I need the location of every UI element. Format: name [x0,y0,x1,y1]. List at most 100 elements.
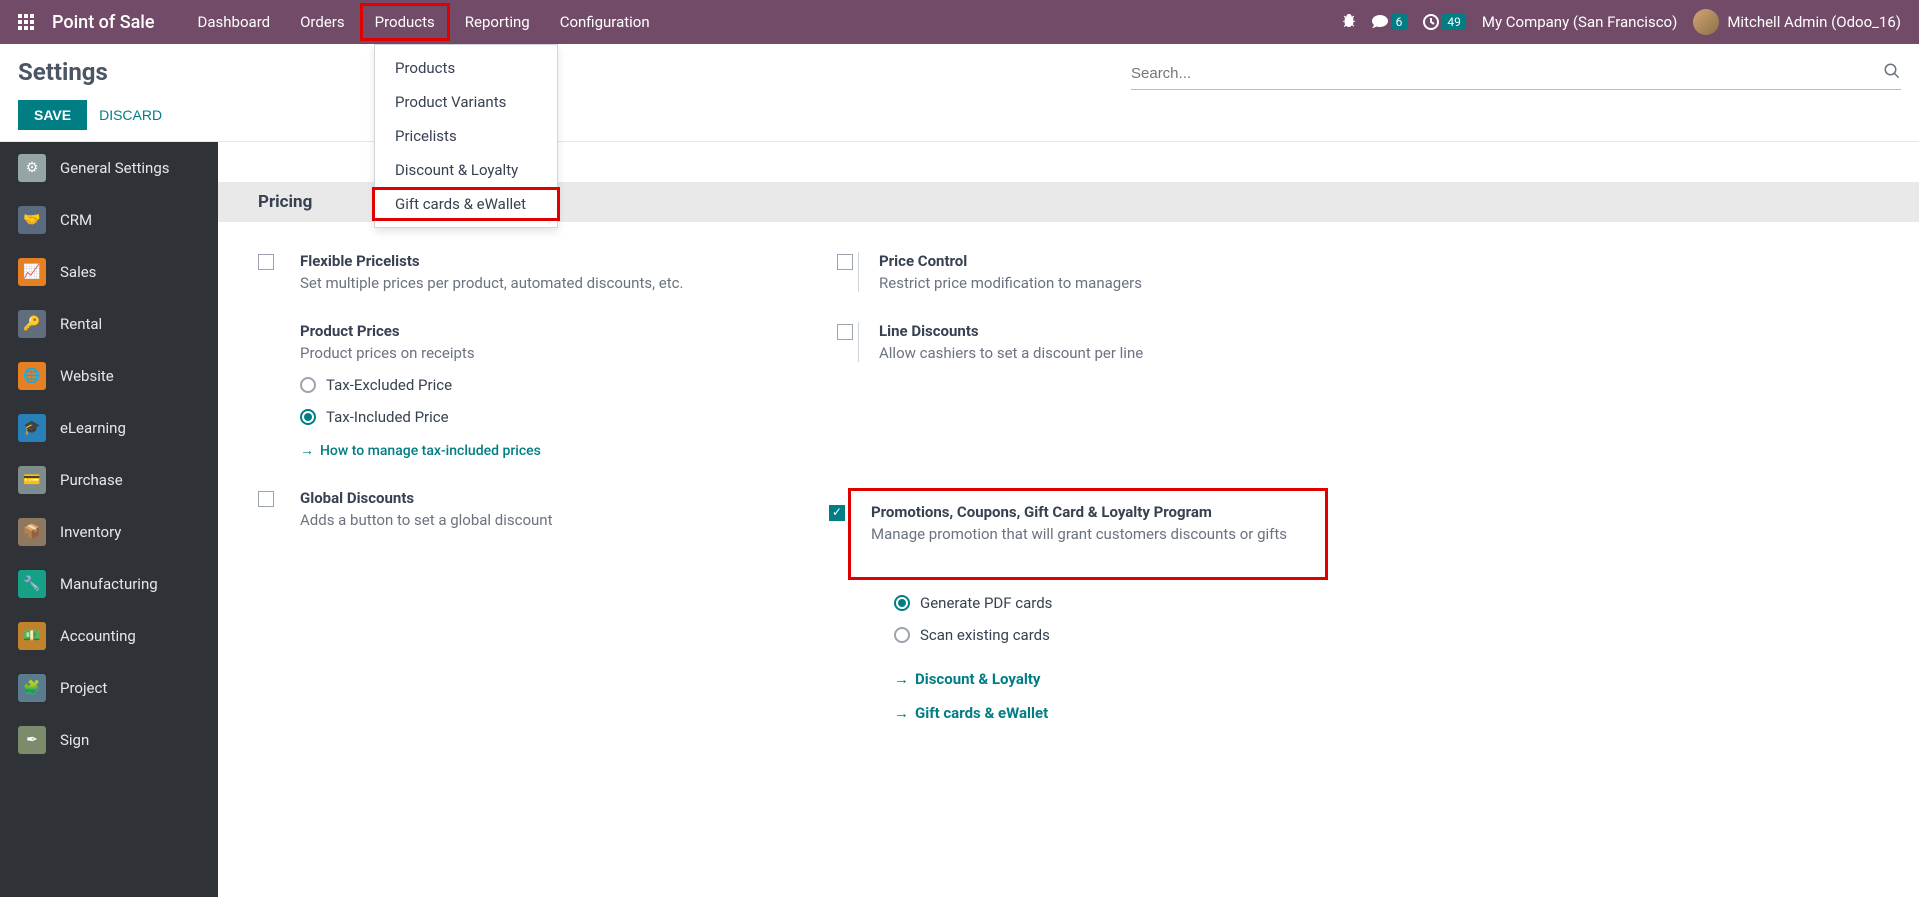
setting-price-control: Price Control Restrict price modificatio… [858,252,1438,292]
setting-promotions: Promotions, Coupons, Gift Card & Loyalty… [855,503,1321,543]
dropdown-products[interactable]: Products [375,51,557,85]
sidebar-item-purchase[interactable]: 💳Purchase [0,454,218,506]
setting-desc: Manage promotion that will grant custome… [871,525,1321,543]
content-scroll[interactable]: Pricing Flexible Pricelists Set multiple… [218,142,1919,897]
setting-desc: Set multiple prices per product, automat… [300,274,838,292]
sidebar-item-elearning[interactable]: 🎓eLearning [0,402,218,454]
checkbox-line-discounts[interactable] [837,324,853,340]
radio-icon [894,627,910,643]
handshake-icon: 🤝 [18,206,46,234]
user-name: Mitchell Admin (Odoo_16) [1727,13,1901,31]
sidebar-item-inventory[interactable]: 📦 Inventory [0,506,218,558]
money-icon: 💵 [18,622,46,650]
nav-products[interactable]: Products [360,3,450,41]
sidebar-item-label: General Settings [60,159,170,177]
arrow-right-icon: → [894,670,909,688]
checkbox-flexible-pricelists[interactable] [258,254,274,270]
control-bar: Settings SAVE DISCARD [0,44,1919,142]
radio-generate-pdf[interactable]: Generate PDF cards [894,594,1438,612]
sidebar-item-general-settings[interactable]: ⚙ General Settings [0,142,218,194]
radio-icon [300,377,316,393]
link-label: Discount & Loyalty [915,670,1040,688]
radio-label: Generate PDF cards [920,594,1052,612]
sidebar-item-manufacturing[interactable]: 🔧Manufacturing [0,558,218,610]
sidebar-item-crm[interactable]: 🤝 CRM [0,194,218,246]
globe-icon: 🌐 [18,362,46,390]
dropdown-gift-cards-ewallet[interactable]: Gift cards & eWallet [372,187,560,221]
page-title: Settings [18,58,162,86]
setting-desc: Product prices on receipts [300,344,838,362]
checkbox-global-discounts[interactable] [258,491,274,507]
sidebar-item-label: Rental [60,315,102,333]
setting-title: Global Discounts [300,489,838,507]
radio-label: Tax-Included Price [326,408,449,426]
sidebar-item-label: Purchase [60,471,123,489]
setting-title: Flexible Pricelists [300,252,838,270]
link-tax-included-help[interactable]: → How to manage tax-included prices [300,442,838,459]
nav-dashboard[interactable]: Dashboard [183,3,286,41]
radio-label: Scan existing cards [920,626,1050,644]
bug-icon[interactable] [1342,13,1356,31]
sidebar-item-label: CRM [60,211,92,229]
dropdown-discount-loyalty[interactable]: Discount & Loyalty [375,153,557,187]
sidebar-item-accounting[interactable]: 💵 Accounting [0,610,218,662]
activities-badge[interactable]: 49 [1423,14,1466,30]
checkbox-promotions[interactable] [829,505,845,521]
radio-label: Tax-Excluded Price [326,376,452,394]
radio-tax-included[interactable]: Tax-Included Price [300,408,838,426]
navbar: Point of Sale Dashboard Orders Products … [0,0,1919,44]
company-selector[interactable]: My Company (San Francisco) [1482,13,1677,31]
save-button[interactable]: SAVE [18,100,87,130]
sidebar-item-project[interactable]: 🧩 Project [0,662,218,714]
messages-count: 6 [1391,14,1408,30]
nav-configuration[interactable]: Configuration [545,3,665,41]
setting-desc: Adds a button to set a global discount [300,511,838,529]
discard-button[interactable]: DISCARD [99,100,162,130]
radio-scan-cards[interactable]: Scan existing cards [894,626,1438,644]
products-dropdown: Products Product Variants Pricelists Dis… [374,44,558,228]
messages-badge[interactable]: 6 [1372,14,1408,30]
apps-icon[interactable] [18,14,34,30]
clock-icon [1423,14,1439,30]
sidebar-item-website[interactable]: 🌐 Website [0,350,218,402]
sidebar-item-label: Sales [60,263,96,281]
arrow-right-icon: → [894,704,909,722]
sidebar-item-label: Sign [60,731,89,749]
boxes-icon: 📦 [18,518,46,546]
puzzle-icon: 🧩 [18,674,46,702]
gear-icon: ⚙ [18,154,46,182]
wrench-icon: 🔧 [18,570,46,598]
sidebar-item-sign[interactable]: ✒Sign [0,714,218,766]
link-label: Gift cards & eWallet [915,704,1048,722]
setting-title: Promotions, Coupons, Gift Card & Loyalty… [871,503,1321,521]
nav-orders[interactable]: Orders [285,3,360,41]
link-gift-cards-ewallet[interactable]: → Gift cards & eWallet [894,704,1438,722]
sidebar-item-label: Inventory [60,523,121,541]
brand-title[interactable]: Point of Sale [52,12,155,33]
sidebar-item-label: Accounting [60,627,136,645]
activities-count: 49 [1442,14,1466,30]
user-menu[interactable]: Mitchell Admin (Odoo_16) [1693,9,1901,35]
checkbox-price-control[interactable] [837,254,853,270]
setting-title: Line Discounts [879,322,1438,340]
sidebar-item-rental[interactable]: 🔑Rental [0,298,218,350]
searchbar [1131,58,1901,90]
link-discount-loyalty[interactable]: → Discount & Loyalty [894,670,1438,688]
sidebar-item-sales[interactable]: 📈 Sales [0,246,218,298]
avatar [1693,9,1719,35]
sidebar-item-label: eLearning [60,419,126,437]
link-label: How to manage tax-included prices [320,443,541,459]
search-icon[interactable] [1883,62,1901,85]
sidebar-item-label: Project [60,679,107,697]
dropdown-product-variants[interactable]: Product Variants [375,85,557,119]
highlight-promotions: Promotions, Coupons, Gift Card & Loyalty… [848,488,1328,580]
radio-tax-excluded[interactable]: Tax-Excluded Price [300,376,838,394]
chart-icon: 📈 [18,258,46,286]
nav-reporting[interactable]: Reporting [450,3,545,41]
dropdown-pricelists[interactable]: Pricelists [375,119,557,153]
search-input[interactable] [1131,65,1883,82]
sidebar-item-label: Website [60,367,114,385]
setting-flexible-pricelists: Flexible Pricelists Set multiple prices … [258,252,838,292]
setting-desc: Allow cashiers to set a discount per lin… [879,344,1438,362]
setting-title: Product Prices [300,322,838,340]
